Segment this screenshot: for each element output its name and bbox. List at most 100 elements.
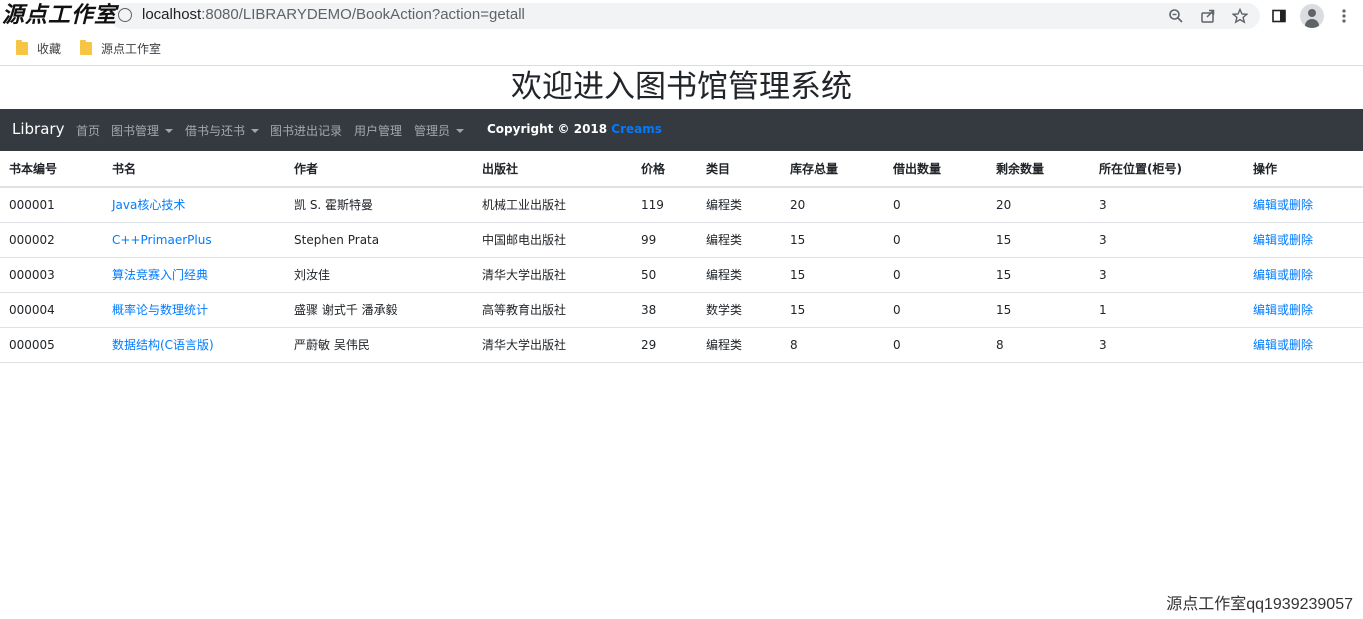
cell-price: 29 — [632, 327, 697, 363]
column-header: 所在位置(柜号) — [1090, 151, 1244, 188]
cell-borrowed: 0 — [884, 327, 987, 363]
books-table: 书本编号 书名 作者 出版社 价格 类目 库存总量 借出数量 剩余数量 所在位置… — [0, 151, 1363, 363]
zoom-icon[interactable] — [1165, 5, 1187, 27]
edit-delete-link[interactable]: 编辑或删除 — [1253, 303, 1313, 317]
cell-stock: 20 — [781, 187, 884, 223]
cell-publisher: 清华大学出版社 — [473, 327, 632, 363]
nav-item-records[interactable]: 图书进出记录 — [270, 122, 342, 139]
cell-stock: 15 — [781, 222, 884, 258]
copyright-link[interactable]: Creams — [611, 122, 662, 136]
url-path: :8080/LIBRARYDEMO/BookAction?action=geta… — [201, 6, 525, 23]
cell-price: 99 — [632, 222, 697, 258]
bookmark-folder-studio[interactable]: 源点工作室 — [80, 40, 161, 57]
column-header: 书本编号 — [0, 151, 103, 188]
book-title-link[interactable]: 数据结构(C语言版) — [112, 338, 214, 352]
column-header: 剩余数量 — [987, 151, 1090, 188]
nav-item-home[interactable]: 首页 — [76, 122, 100, 139]
cell-category: 编程类 — [697, 327, 781, 363]
cell-category: 编程类 — [697, 187, 781, 223]
nav-item-user-management[interactable]: 用户管理 — [354, 122, 402, 139]
nav-label: 首页 — [76, 124, 101, 138]
cell-borrowed: 0 — [884, 222, 987, 258]
sidepanel-icon[interactable] — [1268, 5, 1290, 27]
cell-category: 数学类 — [697, 292, 781, 328]
book-title-link[interactable]: Java核心技术 — [112, 198, 185, 212]
cell-id: 000002 — [0, 222, 103, 258]
edit-delete-link[interactable]: 编辑或删除 — [1253, 198, 1313, 212]
watermark-overlay: 源点工作室 — [2, 2, 118, 28]
cell-id: 000001 — [0, 187, 103, 223]
cell-author: 盛骤 谢式千 潘承毅 — [285, 292, 473, 328]
cell-price: 38 — [632, 292, 697, 328]
nav-label: 借书与还书 — [185, 124, 246, 138]
page-title: 欢迎进入图书馆管理系统 — [511, 69, 852, 105]
share-icon[interactable] — [1197, 5, 1219, 27]
chevron-down-icon — [456, 128, 465, 133]
column-header: 库存总量 — [781, 151, 884, 188]
column-header: 价格 — [632, 151, 697, 188]
url-text[interactable]: localhost:8080/LIBRARYDEMO/BookAction?ac… — [142, 6, 525, 23]
cell-remaining: 15 — [987, 257, 1090, 293]
cell-category: 编程类 — [697, 257, 781, 293]
site-info-icon[interactable] — [118, 8, 132, 22]
edit-delete-link[interactable]: 编辑或删除 — [1253, 233, 1313, 247]
folder-icon — [16, 40, 28, 55]
profile-icon[interactable] — [1300, 4, 1324, 28]
bookmark-label: 源点工作室 — [101, 42, 162, 56]
cell-author: 严蔚敏 吴伟民 — [285, 327, 473, 363]
navbar-brand[interactable]: Library — [12, 120, 64, 138]
edit-delete-link[interactable]: 编辑或删除 — [1253, 268, 1313, 282]
bookmark-label: 收藏 — [37, 42, 62, 56]
cell-location: 3 — [1090, 222, 1244, 258]
table-row: 000005 数据结构(C语言版) 严蔚敏 吴伟民 清华大学出版社 29 编程类… — [0, 327, 1363, 363]
nav-label: 管理员 — [414, 124, 451, 138]
cell-id: 000003 — [0, 257, 103, 293]
cell-location: 3 — [1090, 187, 1244, 223]
column-header: 出版社 — [473, 151, 632, 188]
column-header: 类目 — [697, 151, 781, 188]
bookmarks-bar: 收藏 源点工作室 — [0, 33, 1363, 66]
cell-borrowed: 0 — [884, 187, 987, 223]
table-row: 000002 C++PrimaerPlus Stephen Prata 中国邮电… — [0, 222, 1363, 258]
cell-publisher: 高等教育出版社 — [473, 292, 632, 328]
table-row: 000001 Java核心技术 凯 S. 霍斯特曼 机械工业出版社 119 编程… — [0, 187, 1363, 223]
navbar: Library 首页 图书管理 借书与还书 图书进出记录 用户管理 管理员 Co… — [0, 109, 1363, 151]
table-header-row: 书本编号 书名 作者 出版社 价格 类目 库存总量 借出数量 剩余数量 所在位置… — [0, 151, 1363, 188]
cell-id: 000004 — [0, 292, 103, 328]
book-title-link[interactable]: 算法竞赛入门经典 — [112, 268, 208, 282]
book-title-link[interactable]: C++PrimaerPlus — [112, 233, 212, 247]
cell-borrowed: 0 — [884, 292, 987, 328]
cell-remaining: 15 — [987, 222, 1090, 258]
cell-category: 编程类 — [697, 222, 781, 258]
chevron-down-icon — [251, 128, 260, 133]
cell-stock: 15 — [781, 257, 884, 293]
nav-item-admin[interactable]: 管理员 — [414, 122, 465, 139]
edit-delete-link[interactable]: 编辑或删除 — [1253, 338, 1313, 352]
chevron-down-icon — [165, 128, 174, 133]
cell-borrowed: 0 — [884, 257, 987, 293]
nav-label: 图书管理 — [111, 124, 160, 138]
copyright-text: Copyright © 2018 Creams — [487, 122, 662, 136]
watermark-footer: 源点工作室qq1939239057 — [1166, 596, 1353, 613]
url-host: localhost — [142, 6, 202, 23]
cell-author: Stephen Prata — [285, 222, 473, 258]
cell-location: 3 — [1090, 257, 1244, 293]
cell-publisher: 清华大学出版社 — [473, 257, 632, 293]
cell-author: 刘汝佳 — [285, 257, 473, 293]
book-title-link[interactable]: 概率论与数理统计 — [112, 303, 208, 317]
column-header: 操作 — [1244, 151, 1363, 188]
menu-icon[interactable] — [1333, 5, 1355, 27]
nav-item-book-management[interactable]: 图书管理 — [111, 122, 174, 139]
cell-publisher: 机械工业出版社 — [473, 187, 632, 223]
bookmark-folder-favorites[interactable]: 收藏 — [16, 40, 61, 57]
star-icon[interactable] — [1229, 5, 1251, 27]
nav-item-borrow-return[interactable]: 借书与还书 — [185, 122, 260, 139]
cell-stock: 8 — [781, 327, 884, 363]
cell-id: 000005 — [0, 327, 103, 363]
copyright-prefix: Copyright © 2018 — [487, 122, 612, 136]
cell-price: 119 — [632, 187, 697, 223]
column-header: 借出数量 — [884, 151, 987, 188]
column-header: 作者 — [285, 151, 473, 188]
cell-location: 1 — [1090, 292, 1244, 328]
table-row: 000003 算法竞赛入门经典 刘汝佳 清华大学出版社 50 编程类 15 0 … — [0, 257, 1363, 293]
